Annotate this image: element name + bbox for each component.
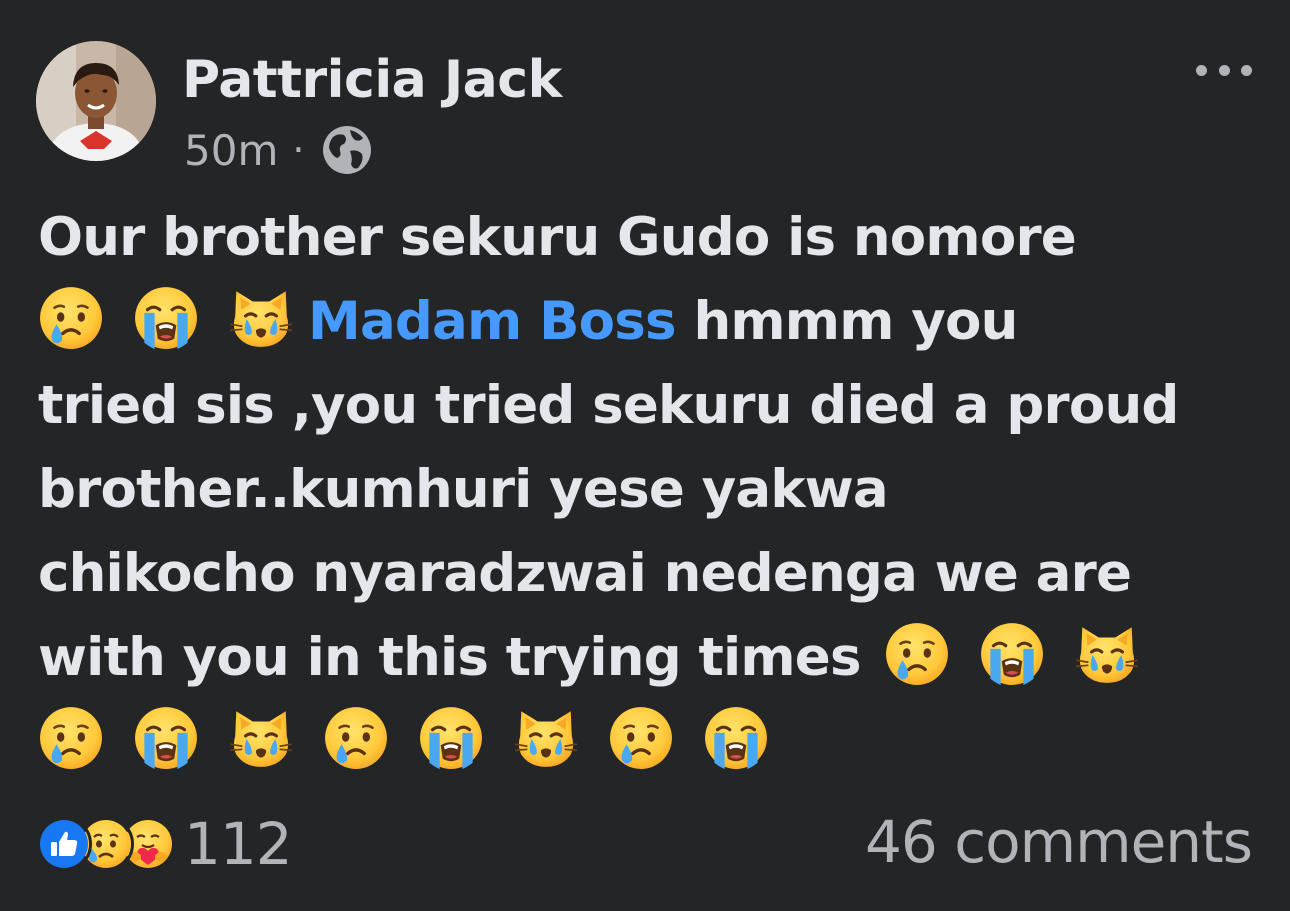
text-line-6: with you in this trying times [38,616,1263,700]
loudly-crying-face-emoji [133,285,199,351]
loudly-crying-face-emoji [133,705,199,771]
avatar[interactable] [36,41,156,161]
text-line-6-words: with you in this trying times [38,627,862,688]
post-time[interactable]: 50m [184,126,278,175]
crying-face-emoji [608,705,674,771]
crying-face-emoji [38,285,104,351]
crying-cat-emoji [1074,621,1140,687]
loudly-crying-face-emoji [703,705,769,771]
avatar-image [36,41,156,161]
crying-face-emoji [884,621,950,687]
post-meta: 50m · [184,122,374,178]
like-reaction-icon [36,816,92,872]
text-line-2: Madam Boss hmmm you [38,280,1263,364]
dot-icon [1196,64,1207,76]
reaction-count: 112 [184,810,293,878]
crying-cat-emoji [228,705,294,771]
post-text: Our brother sekuru Gudo is nomore Madam … [38,196,1263,784]
comments-count-link[interactable]: 46 comments [865,806,1253,878]
crying-face-emoji [38,705,104,771]
text-line-4: brother..kumhuri yese yakwa [38,459,889,520]
mention-link[interactable]: Madam Boss [308,291,677,352]
loudly-crying-face-emoji [979,621,1045,687]
post-card: Pattricia Jack 50m · Our brother sekuru … [0,0,1290,911]
author-name[interactable]: Pattricia Jack [182,40,562,120]
text-line-7 [38,700,1263,784]
crying-face-emoji [323,705,389,771]
meta-separator: · [292,128,305,172]
text-line-2-rest: hmmm you [675,291,1018,352]
text-line-1: Our brother sekuru Gudo is nomore [38,207,1077,268]
loudly-crying-face-emoji [418,705,484,771]
crying-cat-emoji [513,705,579,771]
crying-cat-emoji [228,285,294,351]
reactions-summary[interactable]: 112 [36,810,293,878]
text-line-3: tried sis ,you tried sekuru died a proud [38,375,1179,436]
dot-icon [1218,64,1230,76]
text-line-5: chikocho nyaradzwai nedenga we are [38,543,1132,604]
more-options-button[interactable] [1196,52,1252,88]
dot-icon [1241,64,1252,76]
globe-icon[interactable] [320,123,374,177]
